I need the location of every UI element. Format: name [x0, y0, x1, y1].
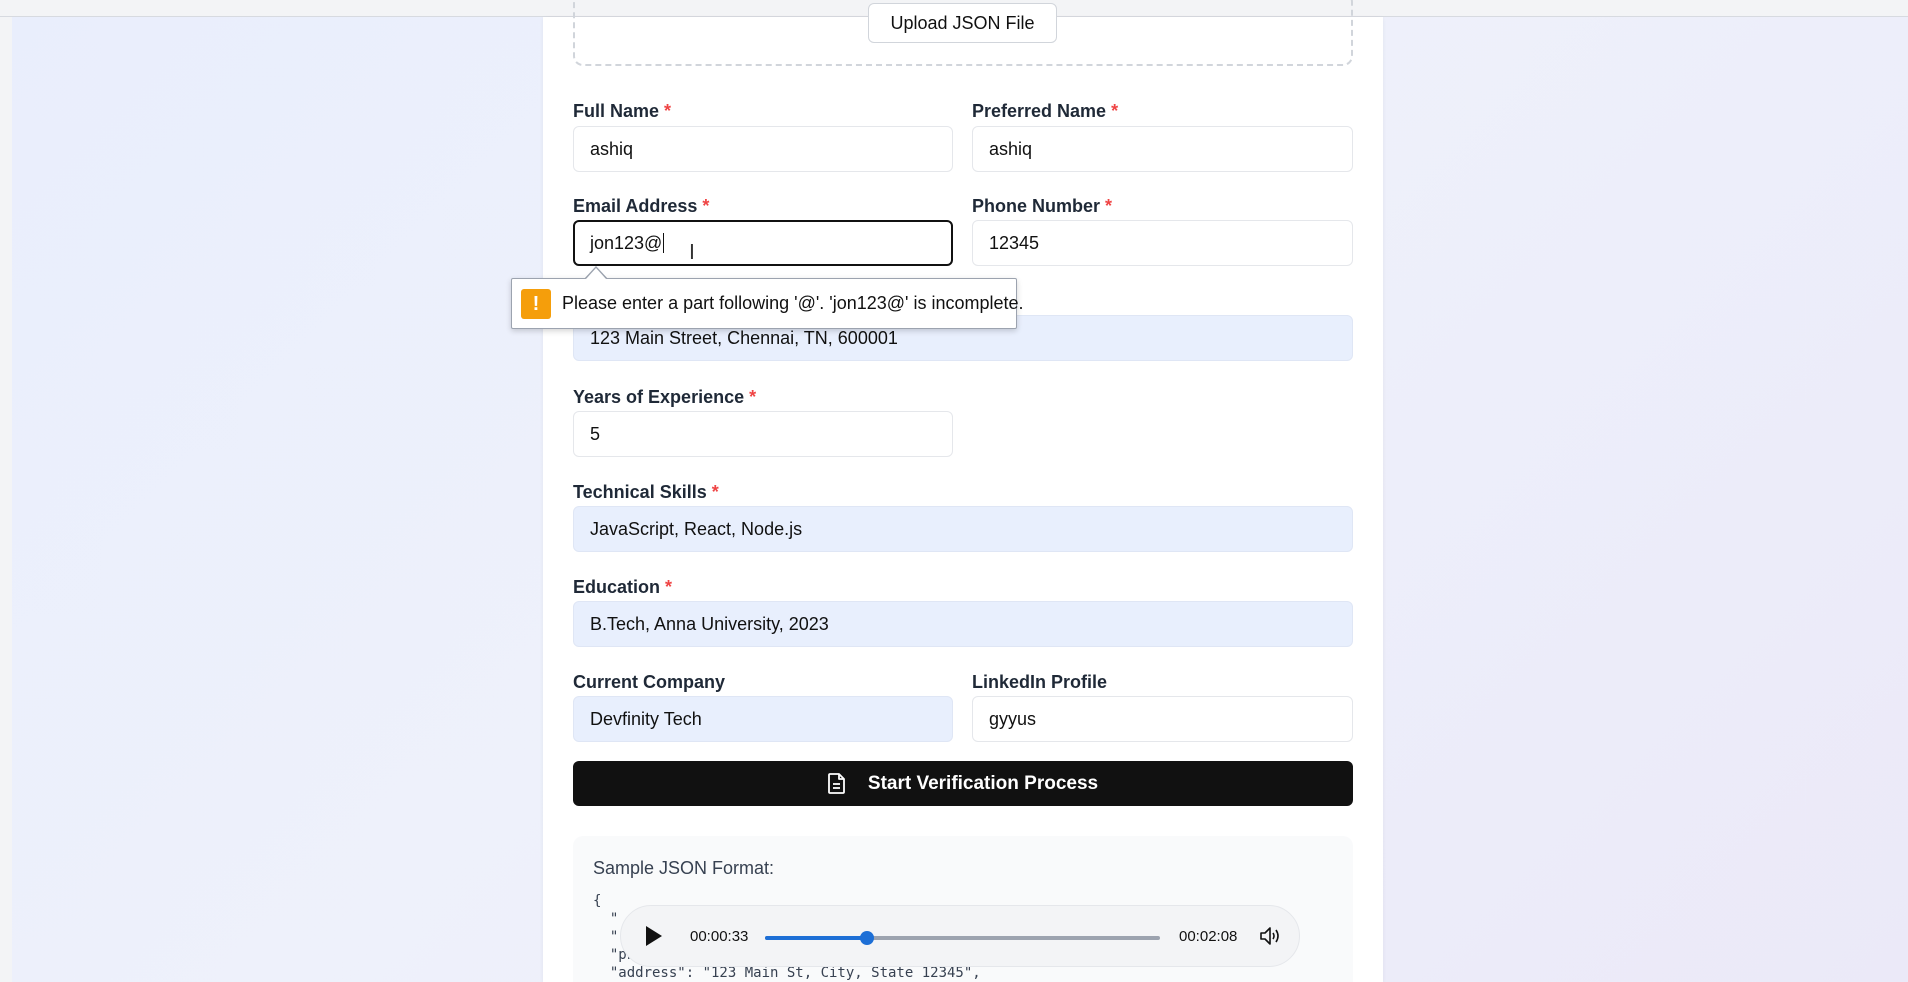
required-marker: * — [711, 482, 719, 502]
email-label: Email Address * — [573, 196, 709, 217]
upload-json-button[interactable]: Upload JSON File — [868, 3, 1057, 43]
skills-value: JavaScript, React, Node.js — [590, 518, 803, 539]
education-label: Education * — [573, 577, 672, 598]
email-input[interactable]: jon123@ — [573, 220, 953, 266]
text-caret — [663, 233, 665, 253]
tooltip-arrow-inner — [586, 268, 606, 279]
company-input[interactable]: Devfinity Tech — [573, 696, 953, 742]
full-name-value: ashiq — [590, 138, 634, 159]
required-marker: * — [1111, 101, 1119, 121]
phone-input[interactable]: 12345 — [972, 220, 1353, 266]
required-marker: * — [1105, 196, 1113, 216]
company-label-text: Current Company — [573, 672, 726, 692]
volume-icon[interactable] — [1259, 925, 1283, 947]
code-line: " — [593, 911, 619, 927]
seek-progress — [765, 936, 867, 940]
validation-message: Please enter a part following '@'. 'jon1… — [562, 293, 1024, 313]
skills-label-text: Technical Skills — [573, 482, 707, 502]
document-icon — [827, 773, 845, 794]
linkedin-label: LinkedIn Profile — [972, 672, 1107, 693]
education-input[interactable]: B.Tech, Anna University, 2023 — [573, 601, 1353, 647]
required-marker: * — [702, 196, 710, 216]
play-icon[interactable] — [646, 926, 662, 946]
seek-thumb[interactable] — [860, 931, 874, 945]
experience-label: Years of Experience * — [573, 387, 756, 408]
experience-value: 5 — [590, 423, 601, 444]
skills-label: Technical Skills * — [573, 482, 719, 503]
education-label-text: Education — [573, 577, 661, 597]
full-name-input[interactable]: ashiq — [573, 126, 953, 172]
required-marker: * — [749, 387, 757, 407]
current-time: 00:00:33 — [690, 928, 749, 945]
linkedin-value: gyyus — [989, 708, 1037, 729]
address-value: 123 Main Street, Chennai, TN, 600001 — [590, 327, 898, 348]
full-name-label-text: Full Name — [573, 101, 660, 121]
start-verification-button[interactable]: Start Verification Process — [573, 761, 1353, 806]
phone-value: 12345 — [989, 232, 1040, 253]
ibeam-cursor-icon: I — [689, 240, 695, 264]
code-line: { — [593, 893, 602, 909]
linkedin-label-text: LinkedIn Profile — [972, 672, 1108, 692]
preferred-name-label-text: Preferred Name — [972, 101, 1107, 121]
phone-label: Phone Number * — [972, 196, 1112, 217]
warning-icon: ! — [521, 288, 551, 319]
start-verification-label: Start Verification Process — [867, 772, 1099, 794]
preferred-name-value: ashiq — [989, 138, 1033, 159]
sample-json-title: Sample JSON Format: — [593, 858, 775, 878]
code-line: " — [593, 929, 619, 945]
phone-label-text: Phone Number — [972, 196, 1101, 216]
code-line: "address": "123 Main St, City, State 123… — [593, 965, 981, 981]
preferred-name-label: Preferred Name * — [972, 101, 1118, 122]
required-marker: * — [664, 101, 672, 121]
education-value: B.Tech, Anna University, 2023 — [590, 613, 829, 634]
total-time: 00:02:08 — [1179, 928, 1238, 945]
required-marker: * — [665, 577, 673, 597]
validation-tooltip: ! Please enter a part following '@'. 'jo… — [511, 278, 1024, 329]
preferred-name-input[interactable]: ashiq — [972, 126, 1353, 172]
company-value: Devfinity Tech — [590, 708, 702, 729]
skills-input[interactable]: JavaScript, React, Node.js — [573, 506, 1353, 552]
browser-left-strip — [0, 17, 12, 982]
email-label-text: Email Address — [573, 196, 698, 216]
full-name-label: Full Name * — [573, 101, 671, 122]
experience-input[interactable]: 5 — [573, 411, 953, 457]
experience-label-text: Years of Experience — [573, 387, 745, 407]
company-label: Current Company — [573, 672, 725, 693]
linkedin-input[interactable]: gyyus — [972, 696, 1353, 742]
email-value: jon123@ — [590, 232, 663, 253]
